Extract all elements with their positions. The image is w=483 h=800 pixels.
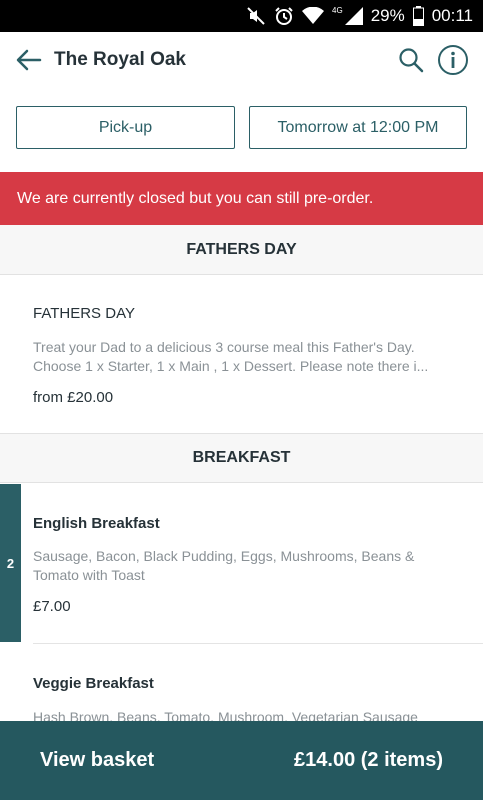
wifi-icon bbox=[302, 7, 325, 25]
mute-icon bbox=[246, 6, 266, 26]
alarm-icon bbox=[274, 6, 294, 26]
battery-icon bbox=[412, 6, 424, 26]
page-title: The Royal Oak bbox=[54, 49, 186, 70]
menu-item-english-breakfast[interactable]: 2 English Breakfast Sausage, Bacon, Blac… bbox=[0, 484, 483, 644]
pickup-button[interactable]: Pick-up bbox=[16, 106, 235, 149]
basket-total: £14.00 (2 items) bbox=[294, 749, 443, 771]
item-price: £7.00 bbox=[33, 598, 71, 615]
view-basket-button[interactable]: View basket £14.00 (2 items) bbox=[0, 721, 483, 800]
item-name: FATHERS DAY bbox=[33, 305, 135, 322]
item-name: Veggie Breakfast bbox=[33, 675, 154, 692]
item-price: from £20.00 bbox=[33, 389, 114, 406]
signal-icon bbox=[344, 7, 363, 25]
order-time-button[interactable]: Tomorrow at 12:00 PM bbox=[249, 106, 467, 149]
basket-label: View basket bbox=[40, 749, 155, 771]
item-description: Treat your Dad to a delicious 3 course m… bbox=[33, 339, 429, 374]
item-description: Sausage, Bacon, Black Pudding, Eggs, Mus… bbox=[33, 548, 415, 583]
network-type: 4G bbox=[332, 5, 343, 15]
menu-item-fathers-day[interactable]: FATHERS DAY Treat your Dad to a deliciou… bbox=[0, 276, 483, 433]
search-icon[interactable] bbox=[395, 44, 427, 76]
app-header: The Royal Oak bbox=[0, 32, 483, 88]
info-icon[interactable] bbox=[437, 44, 469, 76]
quantity-badge: 2 bbox=[0, 484, 21, 642]
item-name: English Breakfast bbox=[33, 515, 160, 532]
closed-banner: We are currently closed but you can stil… bbox=[0, 172, 483, 225]
section-header-breakfast: BREAKFAST bbox=[0, 433, 483, 483]
back-arrow-icon[interactable] bbox=[14, 45, 44, 75]
battery-percent: 29% bbox=[370, 6, 405, 25]
menu-item-veggie-breakfast[interactable]: Veggie Breakfast Hash Brown, Beans, Toma… bbox=[0, 644, 483, 721]
item-description: Hash Brown, Beans, Tomato, Mushroom, Veg… bbox=[33, 709, 418, 721]
section-header-fathers-day: FATHERS DAY bbox=[0, 225, 483, 275]
order-options: Pick-up Tomorrow at 12:00 PM bbox=[16, 106, 467, 149]
clock-time: 00:11 bbox=[431, 6, 473, 25]
status-bar: 4G 29% 00:11 bbox=[0, 0, 483, 32]
